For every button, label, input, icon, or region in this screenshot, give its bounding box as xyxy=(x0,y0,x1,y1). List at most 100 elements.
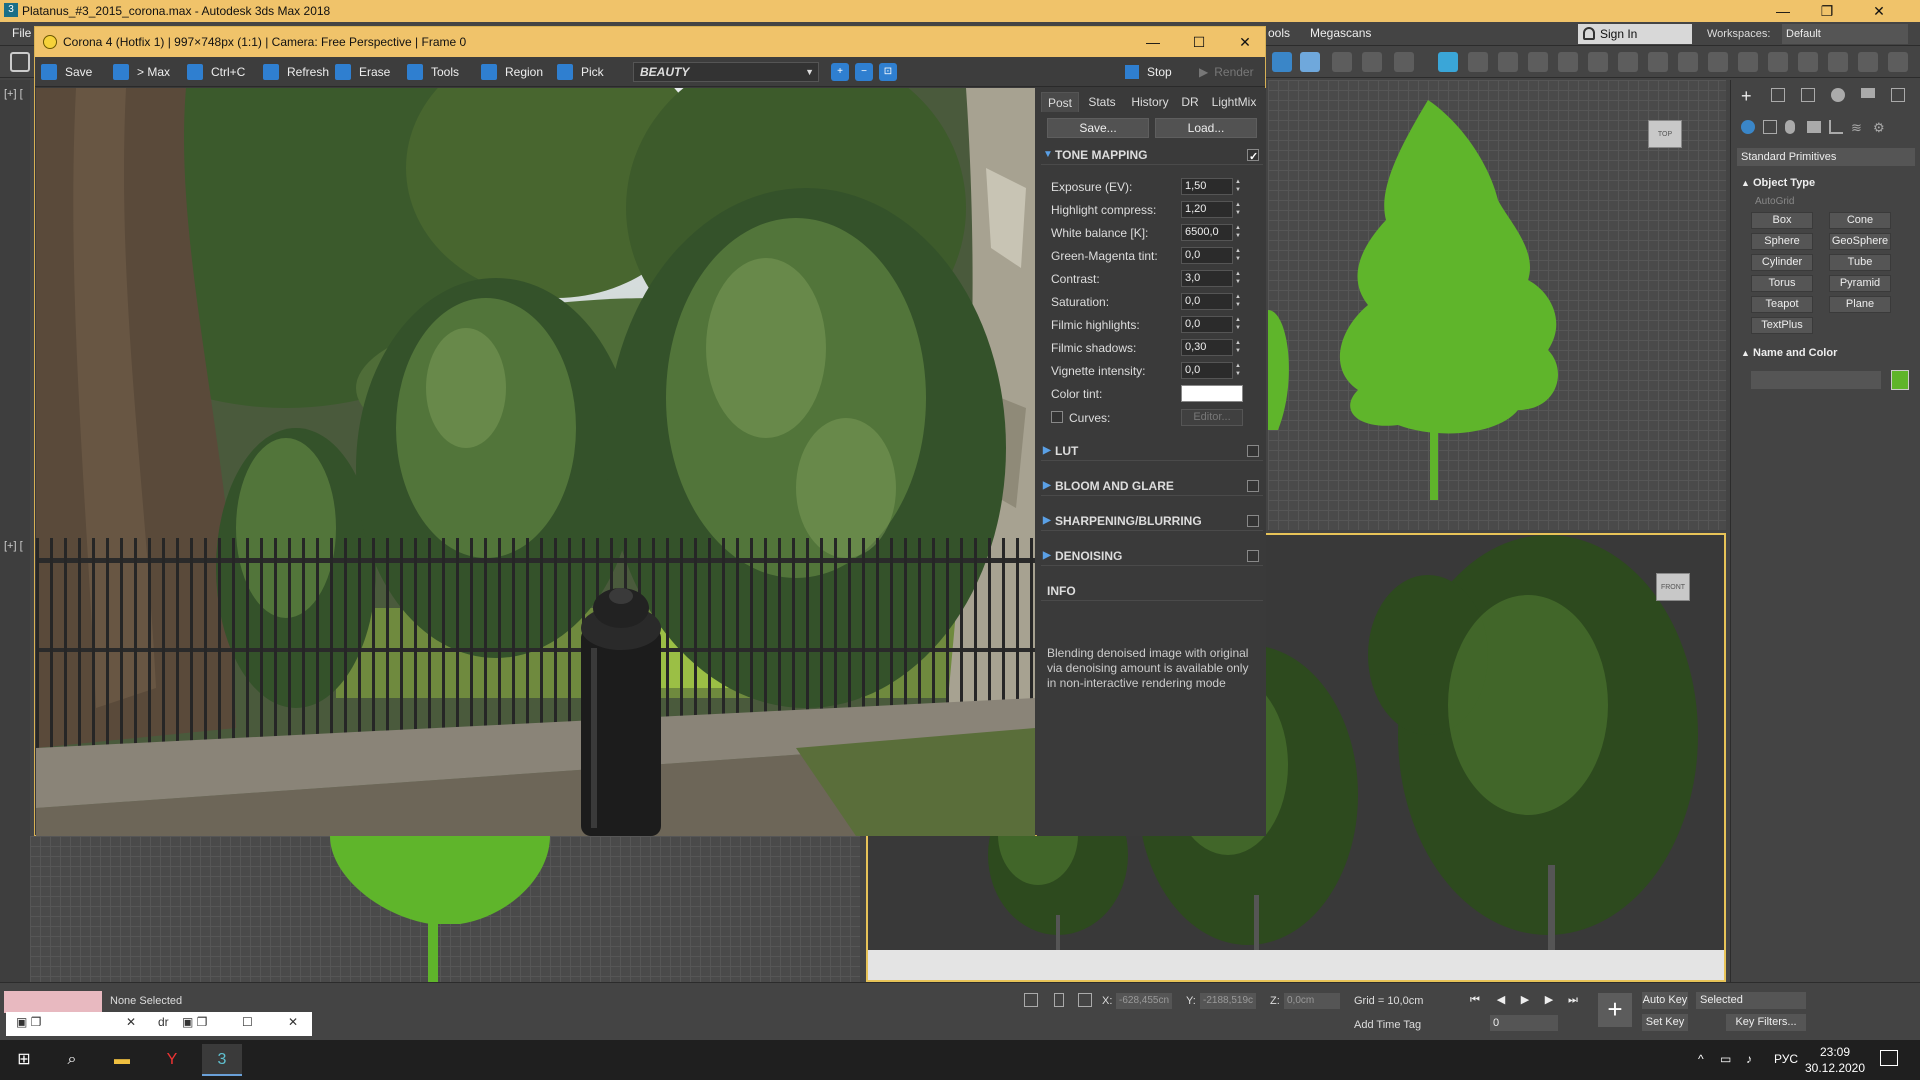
spinner-icon[interactable]: ▲ ▼ xyxy=(1235,224,1243,241)
rendered-frame-icon[interactable] xyxy=(1300,52,1320,72)
spinner-icon[interactable]: ▲ ▼ xyxy=(1235,339,1243,356)
light-icon[interactable] xyxy=(1438,52,1458,72)
post-load-button[interactable]: Load... xyxy=(1155,118,1257,138)
spinner-icon[interactable]: ▲ ▼ xyxy=(1235,201,1243,218)
tab-stats[interactable]: Stats xyxy=(1081,92,1123,112)
refresh-scene-icon[interactable] xyxy=(1648,52,1668,72)
tone-mapping-section[interactable]: ▼ TONE MAPPING xyxy=(1041,145,1263,167)
zoom-fit-icon[interactable]: ⊡ xyxy=(879,63,897,81)
spinner-icon[interactable]: ▲ ▼ xyxy=(1235,247,1243,264)
lut-checkbox[interactable] xyxy=(1247,445,1259,457)
lights-icon[interactable] xyxy=(1785,120,1795,134)
utilities-tab-icon[interactable] xyxy=(1891,88,1905,102)
prev-frame-icon[interactable]: ◀ xyxy=(1494,993,1508,1007)
current-frame-field[interactable]: 0 xyxy=(1490,1015,1558,1031)
name-and-color-rollout[interactable]: ▲ Name and Color xyxy=(1737,344,1915,362)
plane-button[interactable]: Plane xyxy=(1829,296,1891,313)
volume-icon[interactable]: ♪ xyxy=(1746,1052,1752,1066)
render-button[interactable]: ▶ Render xyxy=(1199,62,1265,82)
lut-section[interactable]: ▶ LUT xyxy=(1041,441,1263,461)
viewport-label-left[interactable]: [+] [ xyxy=(4,540,23,552)
filmic-shadows-field[interactable]: 0,30 xyxy=(1181,339,1233,356)
3dsmax-taskbar-icon[interactable]: 3 xyxy=(202,1044,242,1076)
minimize-icon[interactable]: — xyxy=(1760,0,1806,22)
yandex-browser-icon[interactable]: Y xyxy=(152,1044,192,1076)
proxy-icon[interactable] xyxy=(1528,52,1548,72)
mini-close-icon[interactable]: ✕ xyxy=(126,1015,136,1029)
restore-icon[interactable]: ❐ xyxy=(1804,0,1850,22)
cylinder-button[interactable]: Cylinder xyxy=(1751,254,1813,271)
vfb-minimize-icon[interactable]: — xyxy=(1133,31,1173,53)
mini-restore-icon[interactable]: ☐ xyxy=(242,1015,253,1029)
exposure-field[interactable]: 1,50 xyxy=(1181,178,1233,195)
white-balance-field[interactable]: 6500,0 xyxy=(1181,224,1233,241)
tone-mapping-checkbox[interactable] xyxy=(1247,147,1259,167)
next-frame-icon[interactable]: ▶ xyxy=(1542,993,1556,1007)
spacewarps-icon[interactable]: ≋ xyxy=(1851,120,1862,136)
isolate-icon[interactable] xyxy=(1024,993,1038,1007)
helpers-icon[interactable] xyxy=(1829,120,1843,134)
material-editor-icon[interactable] xyxy=(1394,52,1414,72)
viewport-label-top[interactable]: [+] [ xyxy=(4,88,23,100)
textplus-button[interactable]: TextPlus xyxy=(1751,317,1813,334)
viewcube-icon[interactable]: TOP xyxy=(1648,120,1682,148)
viewport-front[interactable]: TOP xyxy=(1268,80,1726,530)
render-active-icon[interactable] xyxy=(1362,52,1382,72)
denoising-checkbox[interactable] xyxy=(1247,550,1259,562)
curves-checkbox[interactable] xyxy=(1051,411,1063,423)
undo-icon[interactable] xyxy=(10,52,30,72)
spinner-icon[interactable]: ▲ ▼ xyxy=(1235,270,1243,287)
play-icon[interactable]: ▶ xyxy=(1518,993,1532,1007)
refresh-button[interactable]: Refresh xyxy=(263,63,329,81)
tab-history[interactable]: History xyxy=(1125,92,1175,112)
hierarchy-tab-icon[interactable] xyxy=(1801,88,1815,102)
bloom-glare-checkbox[interactable] xyxy=(1247,480,1259,492)
set-key-button[interactable]: Set Key xyxy=(1642,1014,1688,1031)
tab-lightmix[interactable]: LightMix xyxy=(1205,92,1263,112)
tab-post[interactable]: Post xyxy=(1041,92,1079,112)
saturation-field[interactable]: 0,0 xyxy=(1181,293,1233,310)
sphere-button[interactable]: Sphere xyxy=(1751,233,1813,250)
absolute-mode-icon[interactable] xyxy=(1078,993,1092,1007)
close-icon[interactable]: ✕ xyxy=(1856,0,1902,22)
viewport-left[interactable] xyxy=(30,836,860,982)
cameras-icon[interactable] xyxy=(1807,121,1821,133)
render-image[interactable] xyxy=(36,88,1035,836)
spinner-icon[interactable]: ▲ ▼ xyxy=(1235,362,1243,379)
geosphere-button[interactable]: GeoSphere xyxy=(1829,233,1891,250)
highlight-compress-field[interactable]: 1,20 xyxy=(1181,201,1233,218)
camera-icon[interactable] xyxy=(1588,52,1608,72)
viewcube-front-icon[interactable]: FRONT xyxy=(1656,573,1690,601)
eye-icon[interactable] xyxy=(1858,52,1878,72)
set-key-plus-icon[interactable]: + xyxy=(1598,993,1632,1027)
sharpening-checkbox[interactable] xyxy=(1247,515,1259,527)
lightmix-icon[interactable] xyxy=(1828,52,1848,72)
add-time-tag[interactable]: Add Time Tag xyxy=(1354,1019,1421,1031)
goto-end-icon[interactable]: ⏭ xyxy=(1566,993,1580,1007)
vfb-maximize-icon[interactable]: ☐ xyxy=(1179,31,1219,53)
teapot-button[interactable]: Teapot xyxy=(1751,296,1813,313)
object-color-swatch[interactable] xyxy=(1891,370,1909,390)
key-selection-dropdown[interactable]: Selected xyxy=(1696,992,1806,1009)
torus-button[interactable]: Torus xyxy=(1751,275,1813,292)
bloom-glare-section[interactable]: ▶ BLOOM AND GLARE xyxy=(1041,476,1263,496)
shapes-icon[interactable] xyxy=(1763,120,1777,134)
primitive-type-dropdown[interactable]: Standard Primitives xyxy=(1737,148,1915,166)
tools-button[interactable]: Tools xyxy=(407,63,459,81)
save-button[interactable]: Save xyxy=(41,63,92,81)
vignette-field[interactable]: 0,0 xyxy=(1181,362,1233,379)
sharpening-section[interactable]: ▶ SHARPENING/BLURRING xyxy=(1041,511,1263,531)
converter-icon[interactable] xyxy=(1708,52,1728,72)
region-button[interactable]: Region xyxy=(481,63,543,81)
green-magenta-field[interactable]: 0,0 xyxy=(1181,247,1233,264)
cone-button[interactable]: Cone xyxy=(1829,212,1891,229)
spinner-icon[interactable]: ▲ ▼ xyxy=(1235,316,1243,333)
list-icon[interactable] xyxy=(1558,52,1578,72)
denoising-section[interactable]: ▶ DENOISING xyxy=(1041,546,1263,566)
spinner-icon[interactable]: ▲ ▼ xyxy=(1235,293,1243,310)
render-teapot-icon[interactable] xyxy=(1332,52,1352,72)
render-setup-icon[interactable] xyxy=(1272,52,1292,72)
stop-button[interactable]: Stop xyxy=(1125,62,1195,82)
to-max-button[interactable]: > Max xyxy=(113,63,170,81)
curves-editor-button[interactable]: Editor... xyxy=(1181,409,1243,426)
